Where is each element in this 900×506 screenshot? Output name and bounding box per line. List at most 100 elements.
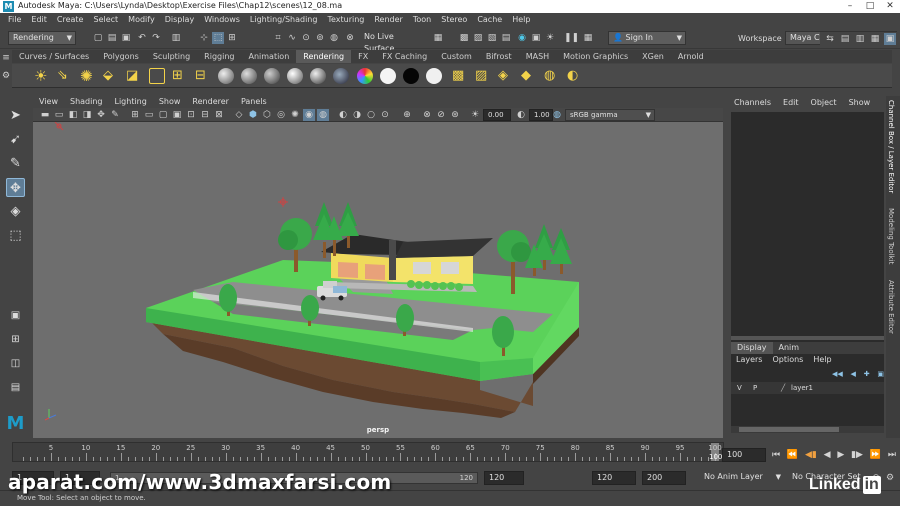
render-settings-icon[interactable]: ▤ bbox=[500, 32, 512, 44]
move-layer-up-icon[interactable]: ◀◀ bbox=[832, 370, 843, 378]
step-back-key-icon[interactable]: ⏪ bbox=[787, 450, 798, 460]
surface-shader-icon[interactable] bbox=[380, 68, 396, 84]
shelf-tabs-menu-icon[interactable]: ≡ bbox=[0, 52, 12, 64]
ipr-icon[interactable]: ▨ bbox=[475, 68, 491, 84]
viewport-menu-show[interactable]: Show bbox=[153, 96, 187, 108]
render-setup-icon[interactable]: ▣ bbox=[530, 32, 542, 44]
panel-splitter[interactable] bbox=[731, 336, 884, 340]
menuset-dropdown[interactable]: Rendering ▼ bbox=[8, 31, 76, 45]
scene-assembly-icon[interactable]: ▦ bbox=[582, 32, 594, 44]
toon-shader-icon[interactable] bbox=[426, 68, 442, 84]
gamma-icon[interactable]: ◐ bbox=[515, 109, 527, 121]
tab-curves-surfaces[interactable]: Curves / Surfaces bbox=[12, 50, 96, 63]
snap-surface-icon[interactable]: ◍ bbox=[328, 32, 340, 44]
depth-of-field-icon[interactable]: ○ bbox=[365, 109, 377, 121]
phonge-shader-icon[interactable] bbox=[310, 68, 326, 84]
select-by-object-icon[interactable]: ⬚ bbox=[212, 32, 224, 44]
tab-animation[interactable]: Animation bbox=[241, 50, 296, 63]
outliner-layout-icon[interactable]: ▤ bbox=[6, 378, 25, 397]
end-time-field[interactable]: 120 bbox=[592, 471, 636, 485]
layer-row[interactable]: V P ╱ layer1 bbox=[731, 382, 884, 394]
xray-components-icon[interactable]: ⊘ bbox=[435, 109, 447, 121]
menu-stereo[interactable]: Stereo bbox=[436, 13, 472, 27]
tab-display-layers[interactable]: Display bbox=[731, 342, 773, 354]
redo-icon[interactable]: ↷ bbox=[150, 32, 162, 44]
hypershade-icon[interactable]: ◉ bbox=[516, 32, 528, 44]
side-tab-modeling-toolkit[interactable]: Modeling Toolkit bbox=[887, 208, 895, 264]
anim-layer-dropdown[interactable]: No Anim Layer ▼ bbox=[700, 471, 784, 485]
tab-mash[interactable]: MASH bbox=[519, 50, 556, 63]
history-icon[interactable]: ▦ bbox=[432, 32, 444, 44]
two-d-pan-icon[interactable]: ✥ bbox=[95, 109, 107, 121]
panel-layout-icon[interactable]: ▤ bbox=[839, 33, 851, 45]
viewport-menu-view[interactable]: View bbox=[33, 96, 64, 108]
wireframe-icon[interactable]: ◇ bbox=[233, 109, 245, 121]
motion-blur-icon[interactable]: ◐ bbox=[337, 109, 349, 121]
tab-sculpting[interactable]: Sculpting bbox=[146, 50, 197, 63]
camera-attributes-icon[interactable]: ▭ bbox=[53, 109, 65, 121]
bookmark-icon[interactable]: ◧ bbox=[67, 109, 79, 121]
play-forwards-icon[interactable]: ▶ bbox=[837, 450, 844, 460]
gamma-field[interactable]: 1.00 bbox=[529, 109, 553, 121]
ambient-light-icon[interactable]: ☀ bbox=[34, 68, 50, 84]
menu-lighting-shading[interactable]: Lighting/Shading bbox=[245, 13, 323, 27]
tab-xgen[interactable]: XGen bbox=[635, 50, 671, 63]
step-forward-key-icon[interactable]: ⏩ bbox=[870, 450, 881, 460]
select-by-component-icon[interactable]: ⊞ bbox=[226, 32, 238, 44]
menu-help[interactable]: Help bbox=[507, 13, 535, 27]
spot-light-icon[interactable]: ⬙ bbox=[103, 68, 119, 84]
viewport-menu-lighting[interactable]: Lighting bbox=[108, 96, 152, 108]
layer-visibility-toggle[interactable]: V bbox=[737, 382, 742, 394]
point-light-icon[interactable]: ✺ bbox=[80, 68, 96, 84]
layered-shader-icon[interactable] bbox=[333, 68, 349, 84]
use-background-icon[interactable] bbox=[403, 68, 419, 84]
select-camera-icon[interactable]: ▬ bbox=[39, 109, 51, 121]
menu-create[interactable]: Create bbox=[52, 13, 89, 27]
make-live-icon[interactable]: ⊗ bbox=[344, 32, 356, 44]
safe-action-icon[interactable]: ⊟ bbox=[199, 109, 211, 121]
film-gate-icon[interactable]: ▭ bbox=[143, 109, 155, 121]
select-tool-icon[interactable]: ➤ bbox=[6, 106, 25, 125]
sign-in-dropdown[interactable]: 👤 Sign In ▼ bbox=[608, 31, 686, 45]
move-tool-icon[interactable]: ✥ bbox=[6, 178, 25, 197]
menu-modify[interactable]: Modify bbox=[123, 13, 160, 27]
grease-pencil-icon[interactable]: ✎ bbox=[109, 109, 121, 121]
use-all-lights-icon[interactable]: ✺ bbox=[289, 109, 301, 121]
render-view-icon[interactable]: ▩ bbox=[458, 32, 470, 44]
isolate-select-icon[interactable]: ⊙ bbox=[379, 109, 391, 121]
select-hierarchy-icon[interactable]: ▥ bbox=[170, 32, 182, 44]
color-management-icon[interactable]: ◍ bbox=[551, 109, 563, 121]
max-time-field[interactable]: 200 bbox=[642, 471, 686, 485]
rotate-tool-icon[interactable]: ◈ bbox=[6, 202, 25, 221]
hud-icon[interactable]: ⊛ bbox=[449, 109, 461, 121]
blinn-shader-icon[interactable] bbox=[241, 68, 257, 84]
minimize-button[interactable]: – bbox=[840, 0, 860, 13]
textured-icon[interactable]: ◎ bbox=[275, 109, 287, 121]
tab-bifrost[interactable]: Bifrost bbox=[479, 50, 519, 63]
tab-rendering[interactable]: Rendering bbox=[296, 50, 352, 63]
menu-file[interactable]: File bbox=[3, 13, 26, 27]
channels-show-menu[interactable]: Show bbox=[843, 96, 877, 110]
field-chart-icon[interactable]: ⊡ bbox=[185, 109, 197, 121]
side-tab-attribute-editor[interactable]: Attribute Editor bbox=[887, 280, 895, 334]
lasso-tool-icon[interactable]: ➹ bbox=[6, 130, 25, 149]
shelf-settings-icon[interactable]: ⚙ bbox=[0, 70, 12, 82]
move-layer-down-icon[interactable]: ◀ bbox=[851, 370, 856, 378]
select-by-hierarchy-icon[interactable]: ⊹ bbox=[198, 32, 210, 44]
step-forward-frame-icon[interactable]: ▮▶ bbox=[851, 450, 863, 460]
anim-prefs-icon[interactable]: ⚙ bbox=[884, 472, 896, 484]
render-current-icon[interactable]: ▩ bbox=[452, 68, 468, 84]
live-surface-field[interactable]: No Live Surface bbox=[360, 31, 422, 53]
layers-menu[interactable]: Layers bbox=[731, 354, 767, 366]
go-to-start-icon[interactable]: ⏮ bbox=[772, 450, 780, 460]
layer-color-swatch-icon[interactable]: ╱ bbox=[781, 382, 785, 394]
volume-light-icon[interactable] bbox=[149, 68, 165, 84]
xray-joints-icon[interactable]: ⊗ bbox=[421, 109, 433, 121]
phong-shader-icon[interactable] bbox=[287, 68, 303, 84]
close-button[interactable]: ✕ bbox=[880, 0, 900, 13]
channels-edit-menu[interactable]: Edit bbox=[777, 96, 805, 110]
grid-toggle-icon[interactable]: ⊞ bbox=[129, 109, 141, 121]
snap-curve-icon[interactable]: ∿ bbox=[286, 32, 298, 44]
pause-icon[interactable]: ❚❚ bbox=[564, 32, 579, 44]
menu-windows[interactable]: Windows bbox=[199, 13, 245, 27]
